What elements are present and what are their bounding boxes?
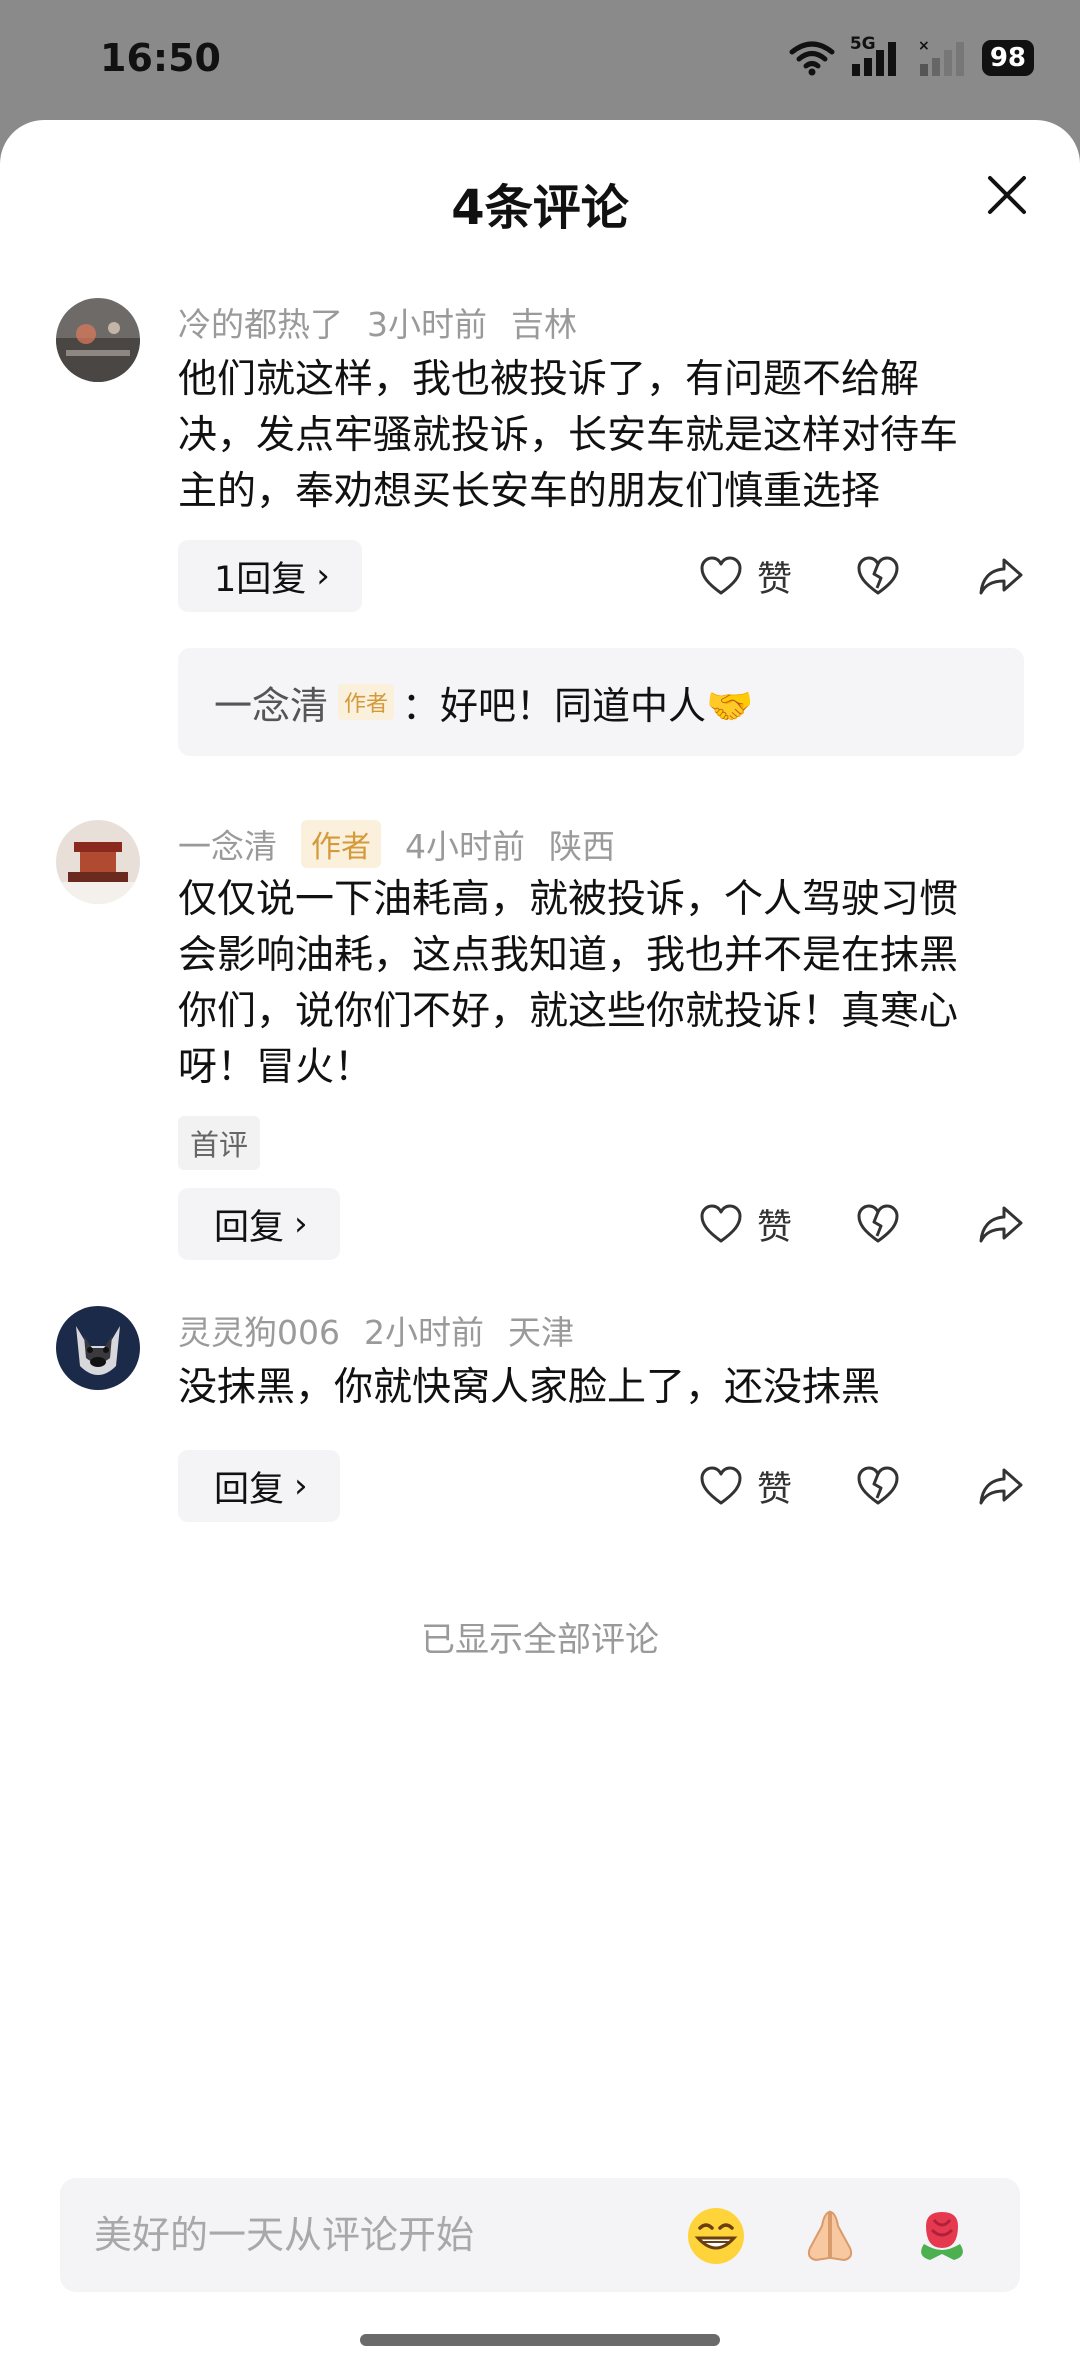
- comment-text: 仅仅说一下油耗高，就被投诉，个人驾驶习惯 会影响油耗，这点我知道，我也并不是在抹…: [178, 872, 1028, 1096]
- author-badge: 作者: [301, 820, 381, 868]
- comment-location: 吉林: [511, 305, 577, 344]
- like-label: 赞: [756, 559, 792, 600]
- like-button[interactable]: 赞: [699, 1199, 856, 1250]
- reply-label: 回复: [214, 1469, 285, 1510]
- comment-time: 3小时前: [367, 305, 487, 344]
- heart-icon: [700, 1204, 742, 1243]
- broken-heart-icon[interactable]: [856, 1204, 900, 1244]
- comment-line: 你们，说你们不好，就这些你就投诉！真寒心: [178, 989, 959, 1034]
- signal-5g-icon: 5G: [850, 34, 904, 78]
- wifi-icon: [789, 41, 835, 76]
- reply-button[interactable]: 回复 ›: [178, 1450, 340, 1522]
- chevron-right-icon: ›: [316, 556, 330, 596]
- home-indicator[interactable]: [360, 2334, 720, 2346]
- chevron-right-icon: ›: [294, 1466, 308, 1506]
- reply-label: 1回复: [214, 559, 307, 600]
- comment-line: 呀！冒火！: [178, 1045, 374, 1090]
- comment-line: 仅仅说一下油耗高，就被投诉，个人驾驶习惯: [178, 877, 959, 922]
- reply-button[interactable]: 回复 ›: [178, 1188, 340, 1260]
- broken-heart-icon[interactable]: [856, 1466, 900, 1506]
- comment-input-bar: [60, 2178, 1020, 2292]
- heart-icon: [700, 556, 742, 595]
- svg-text:×: ×: [918, 38, 930, 54]
- first-comment-badge: 首评: [178, 1116, 261, 1170]
- pray-emoji-icon[interactable]: [798, 2204, 862, 2268]
- author-badge: 作者: [338, 684, 395, 720]
- heart-icon: [700, 1466, 742, 1505]
- comments-sheet: 4条评论 冷的都热了 3小时前 吉林 他们就这样，我也被投诉了，有问题不给解 决…: [0, 120, 1080, 2374]
- comment-actions: 赞: [699, 1450, 1024, 1522]
- share-icon[interactable]: [978, 1204, 1024, 1244]
- comment-input[interactable]: [94, 2178, 654, 2292]
- sub-reply[interactable]: 一念清 作者 ：好吧！同道中人🤝: [178, 648, 1024, 756]
- sheet-title: 4条评论: [451, 180, 629, 236]
- comment-actions: 赞: [699, 1188, 1024, 1260]
- comment-meta: 冷的都热了 3小时前 吉林: [178, 298, 601, 346]
- avatar[interactable]: [56, 820, 140, 904]
- grin-emoji-icon[interactable]: [684, 2204, 748, 2268]
- comment-location: 天津: [508, 1313, 574, 1352]
- rose-emoji-icon[interactable]: [910, 2204, 974, 2268]
- comment-time: 4小时前: [405, 827, 525, 866]
- like-button[interactable]: 赞: [699, 1461, 856, 1512]
- comment-actions: 赞: [699, 540, 1024, 612]
- sub-reply-username[interactable]: 一念清: [214, 675, 328, 730]
- reply-button[interactable]: 1回复 ›: [178, 540, 362, 612]
- comment-text: 没抹黑，你就快窝人家脸上了，还没抹黑: [178, 1360, 1028, 1416]
- comment-username[interactable]: 一念清: [178, 820, 277, 868]
- comment-line: 会影响油耗，这点我知道，我也并不是在抹黑: [178, 933, 959, 978]
- like-label: 赞: [756, 1469, 792, 1510]
- status-bar: 16:50 5G × 98: [0, 0, 1080, 120]
- comment-line: 他们就这样，我也被投诉了，有问题不给解: [178, 357, 920, 402]
- comment-text: 他们就这样，我也被投诉了，有问题不给解 决，发点牢骚就投诉，长安车就是这样对待车…: [178, 352, 1028, 520]
- comment-meta: 灵灵狗006 2小时前 天津: [178, 1306, 598, 1354]
- comment-line: 决，发点牢骚就投诉，长安车就是这样对待车: [178, 413, 959, 458]
- avatar[interactable]: [56, 1306, 140, 1390]
- signal-weak-icon: ×: [918, 38, 964, 76]
- comment-meta: 一念清 作者 4小时前 陕西: [178, 820, 639, 868]
- avatar[interactable]: [56, 298, 140, 382]
- comment-location: 陕西: [549, 827, 615, 866]
- status-icons: 5G × 98: [788, 34, 1034, 78]
- chevron-right-icon: ›: [294, 1204, 308, 1244]
- comment-line: 没抹黑，你就快窝人家脸上了，还没抹黑: [178, 1365, 881, 1410]
- like-label: 赞: [756, 1207, 792, 1248]
- comment-line: 主的，奉劝想买长安车的朋友们慎重选择: [178, 469, 881, 514]
- comment-time: 2小时前: [364, 1313, 484, 1352]
- status-time: 16:50: [100, 36, 221, 80]
- reply-label: 回复: [214, 1207, 285, 1248]
- share-icon[interactable]: [978, 556, 1024, 596]
- broken-heart-icon[interactable]: [856, 556, 900, 596]
- sub-reply-text: ：好吧！同道中人🤝: [402, 683, 754, 728]
- battery-indicator: 98: [981, 40, 1034, 76]
- share-icon[interactable]: [978, 1466, 1024, 1506]
- all-comments-shown-label: 已显示全部评论: [421, 1620, 659, 1660]
- like-button[interactable]: 赞: [699, 551, 856, 602]
- close-icon[interactable]: [984, 172, 1030, 218]
- comment-username[interactable]: 灵灵狗006: [178, 1306, 340, 1354]
- comment-username[interactable]: 冷的都热了: [178, 298, 343, 346]
